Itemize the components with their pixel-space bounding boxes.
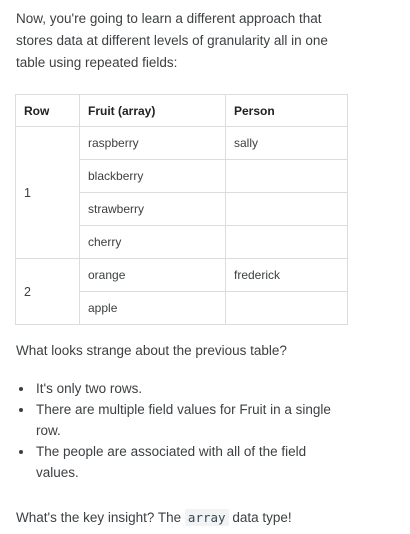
fruit-cell: strawberry [79,192,226,226]
row-number-cell: 2 [15,258,80,325]
person-cell: frederick [225,258,348,292]
table-row: 2 orange frederick [15,258,348,325]
column-header-row: Row [15,94,80,127]
list-item: The people are associated with all of th… [34,441,344,483]
row-number-cell: 1 [15,126,80,259]
list-item: It's only two rows. [34,378,344,399]
column-header-fruit: Fruit (array) [79,94,226,127]
fruit-cell: orange [79,258,226,292]
insight-prefix: What's the key insight? The [16,510,185,525]
empty-person-cell [225,192,348,226]
repeated-fields-table: Row Fruit (array) Person 1 raspberry sal… [15,94,348,325]
fruit-cell: cherry [79,225,226,259]
empty-person-cell [225,291,348,325]
fruit-cell: raspberry [79,126,226,160]
empty-person-cell [225,159,348,193]
insight-paragraph: What's the key insight? The array data t… [16,507,292,529]
fruit-cell: blackberry [79,159,226,193]
insight-suffix: data type! [228,510,292,525]
table-header-row: Row Fruit (array) Person [15,94,348,127]
column-header-person: Person [225,94,348,127]
table-row: 1 raspberry sally [15,126,348,259]
observation-list: It's only two rows. There are multiple f… [16,378,344,483]
person-cell: sally [225,126,348,160]
question-paragraph: What looks strange about the previous ta… [16,343,287,358]
array-code: array [184,509,229,526]
list-item: There are multiple field values for Frui… [34,399,344,441]
empty-person-cell [225,225,348,259]
intro-paragraph: Now, you're going to learn a different a… [16,11,328,70]
fruit-cell: apple [79,291,226,325]
